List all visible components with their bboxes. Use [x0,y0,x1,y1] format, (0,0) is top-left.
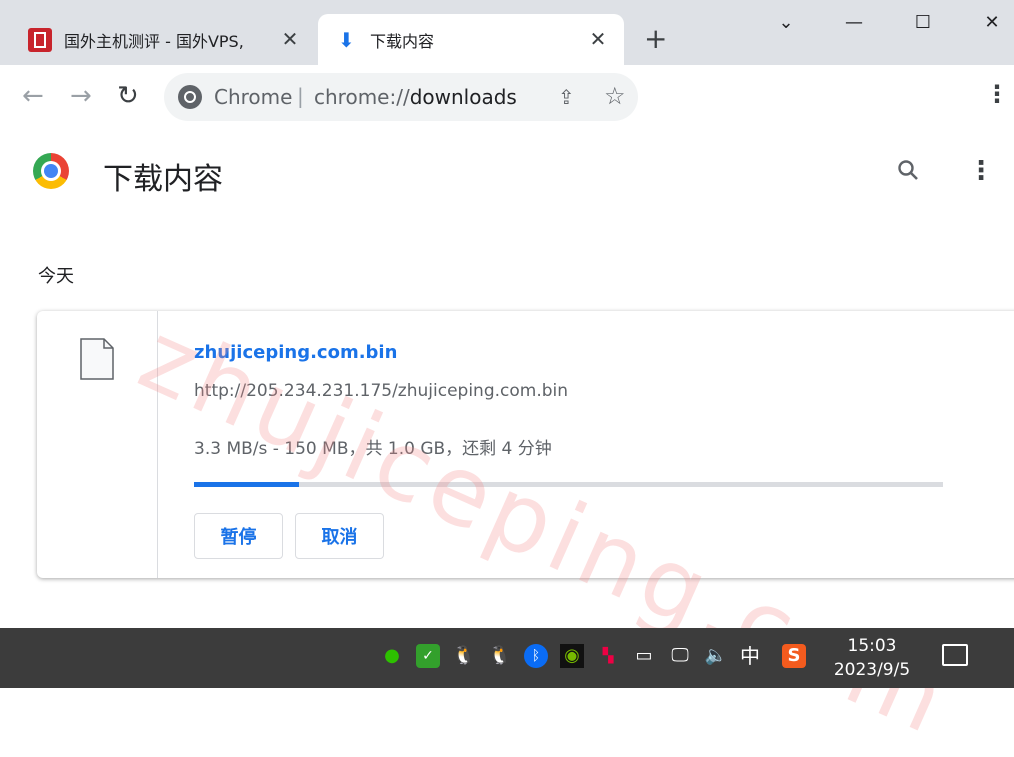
network-icon[interactable]: 🖵 [668,644,692,668]
download-icon: ⬇ [338,27,355,52]
browser-menu-icon[interactable]: ⋮ [985,80,1009,108]
cancel-button[interactable]: 取消 [295,513,384,559]
tab-strip: 国外主机测评 - 国外VPS, ✕ ⬇ 下载内容 ✕ + ⌄ — ☐ ✕ [0,0,1014,65]
tab-title: 国外主机测评 - 国外VPS, [64,31,244,51]
browser-toolbar: ← → ↻ Chrome | chrome://downloads ⇪ ☆ ⋮ [0,65,1014,128]
download-status-text: 3.3 MB/s - 150 MB，共 1.0 GB，还剩 4 分钟 [194,439,552,459]
share-icon[interactable]: ⇪ [558,85,575,109]
app-icon[interactable]: ▚ [596,644,620,668]
bluetooth-icon[interactable]: ᛒ [524,644,548,668]
new-tab-button[interactable]: + [644,25,667,53]
tab-search-dropdown-icon[interactable]: ⌄ [771,12,801,33]
qq-icon[interactable]: 🐧 [488,644,512,668]
address-bar[interactable]: Chrome | chrome://downloads ⇪ ☆ [164,73,638,121]
volume-icon[interactable]: 🔈 [704,644,728,668]
download-progress-bar [194,482,943,487]
forward-arrow-icon[interactable]: → [70,83,92,109]
download-progress-fill [194,482,299,487]
minimize-button[interactable]: — [839,12,869,33]
tab-title: 下载内容 [370,31,435,51]
file-icon-column [37,311,158,578]
taskbar-clock[interactable]: 15:03 2023/9/5 [822,634,922,682]
more-options-icon[interactable]: ⋮ [968,156,994,186]
chrome-icon [178,85,202,109]
page-title: 下载内容 [103,162,223,197]
download-filename-link[interactable]: zhujiceping.com.bin [194,342,397,363]
download-item-card: zhujiceping.com.bin http://205.234.231.1… [37,311,1014,578]
omnibox-chip-label: Chrome [214,85,293,109]
battery-icon[interactable]: ▭ [632,644,656,668]
tab-site[interactable]: 国外主机测评 - 国外VPS, ✕ [16,14,316,65]
tab-close-icon[interactable]: ✕ [278,27,302,51]
reload-icon[interactable]: ↻ [117,83,139,109]
bookmark-star-icon[interactable]: ☆ [604,82,626,110]
notification-center-icon[interactable] [942,644,968,666]
url-scheme: chrome:// [314,85,410,109]
url-text[interactable]: chrome://downloads [314,85,517,109]
back-arrow-icon[interactable]: ← [22,83,44,109]
search-icon[interactable] [896,158,920,188]
maximize-button[interactable]: ☐ [908,12,938,33]
omnibox-separator: | [297,84,304,108]
close-window-button[interactable]: ✕ [977,12,1007,33]
date-section-label: 今天 [38,266,74,287]
sogou-icon[interactable]: S [782,644,806,668]
security-icon[interactable]: ✓ [416,644,440,668]
url-host: downloads [409,85,517,109]
download-source-url: http://205.234.231.175/zhujiceping.com.b… [194,381,569,401]
nvidia-icon[interactable]: ◉ [560,644,584,668]
windows-taskbar: ● ✓ 🐧 🐧 ᛒ ◉ ▚ ▭ 🖵 🔈 中 S 15:03 2023/9/5 [0,628,1014,688]
ime-indicator[interactable]: 中 [738,644,762,668]
clock-time: 15:03 [847,636,897,656]
clock-date: 2023/9/5 [833,660,911,680]
tab-downloads[interactable]: ⬇ 下载内容 ✕ [318,14,624,65]
qq-icon[interactable]: 🐧 [452,644,476,668]
file-icon [80,338,114,380]
chrome-logo-icon [33,153,69,189]
tab-close-icon[interactable]: ✕ [586,27,610,51]
site-favicon-icon [28,27,52,52]
downloads-header: 下载内容 ⋮ [0,128,1014,218]
wechat-icon[interactable]: ● [380,644,404,668]
pause-button[interactable]: 暂停 [194,513,283,559]
